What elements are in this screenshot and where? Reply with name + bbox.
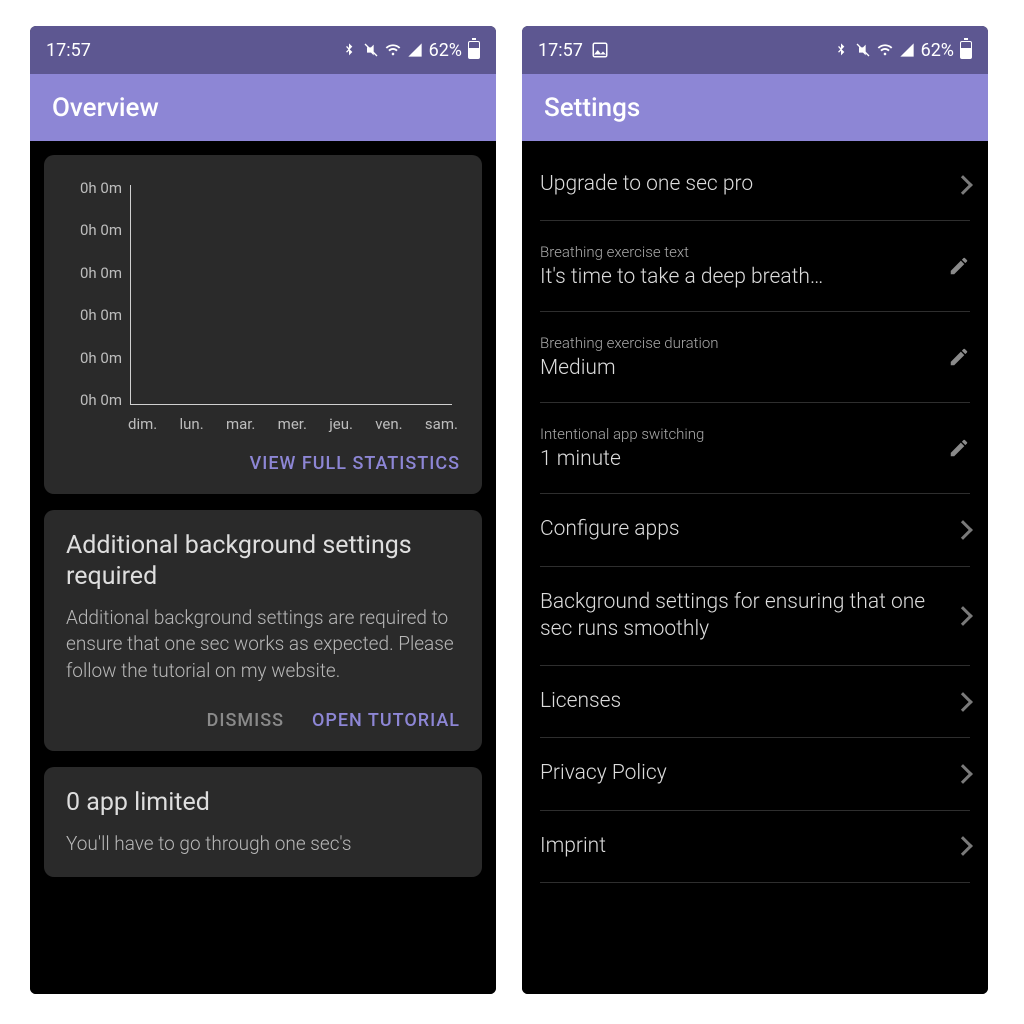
edit-icon [948, 255, 970, 277]
view-full-statistics-button[interactable]: VIEW FULL STATISTICS [250, 453, 460, 474]
setting-intentional-switching[interactable]: Intentional app switching 1 minute [540, 403, 970, 494]
wifi-icon [877, 42, 893, 58]
setting-label: Background settings for ensuring that on… [540, 589, 946, 644]
chevron-right-icon [953, 692, 973, 712]
status-time: 17:57 [46, 40, 91, 61]
page-title: Settings [544, 93, 640, 123]
background-settings-card: Additional background settings required … [44, 510, 482, 751]
chart-x-axis: dim. lun. mar. mer. jeu. ven. sam. [128, 415, 458, 433]
chevron-right-icon [953, 520, 973, 540]
battery-percent: 62% [921, 40, 954, 61]
bluetooth-icon [341, 42, 357, 58]
mute-icon [363, 42, 379, 58]
setting-imprint[interactable]: Imprint [540, 811, 970, 883]
setting-value: It's time to take a deep breath… [540, 265, 938, 289]
card-title: 0 app limited [66, 787, 460, 818]
setting-privacy-policy[interactable]: Privacy Policy [540, 738, 970, 810]
bluetooth-icon [833, 42, 849, 58]
page-title: Overview [52, 93, 159, 123]
chevron-right-icon [953, 764, 973, 784]
signal-icon [899, 42, 915, 58]
card-title: Additional background settings required [66, 530, 460, 593]
setting-caption: Intentional app switching [540, 425, 938, 443]
setting-configure-apps[interactable]: Configure apps [540, 494, 970, 566]
chevron-right-icon [953, 606, 973, 626]
setting-label: Privacy Policy [540, 760, 946, 787]
app-header: Settings [522, 74, 988, 141]
status-icons: 62% [833, 40, 972, 61]
setting-breathing-text[interactable]: Breathing exercise text It's time to tak… [540, 221, 970, 312]
picture-icon [591, 41, 609, 59]
setting-label: Configure apps [540, 516, 946, 543]
usage-chart: 0h 0m 0h 0m 0h 0m 0h 0m 0h 0m 0h 0m dim.… [66, 175, 460, 427]
setting-upgrade[interactable]: Upgrade to one sec pro [540, 141, 970, 221]
wifi-icon [385, 42, 401, 58]
setting-licenses[interactable]: Licenses [540, 666, 970, 738]
settings-screen: 17:57 62% Settings Upgrade to one sec pr… [522, 26, 988, 994]
dismiss-button[interactable]: DISMISS [207, 710, 284, 731]
chart-y-axis: 0h 0m 0h 0m 0h 0m 0h 0m 0h 0m 0h 0m [66, 179, 122, 409]
app-header: Overview [30, 74, 496, 141]
mute-icon [855, 42, 871, 58]
battery-icon [468, 41, 480, 59]
card-body: You'll have to go through one sec's [66, 831, 460, 858]
battery-percent: 62% [429, 40, 462, 61]
battery-icon [960, 41, 972, 59]
setting-background-settings[interactable]: Background settings for ensuring that on… [540, 567, 970, 667]
stats-card: 0h 0m 0h 0m 0h 0m 0h 0m 0h 0m 0h 0m dim.… [44, 155, 482, 494]
setting-label: Licenses [540, 688, 946, 715]
open-tutorial-button[interactable]: OPEN TUTORIAL [312, 710, 460, 731]
setting-label: Imprint [540, 833, 946, 860]
setting-value: 1 minute [540, 447, 938, 471]
chart-plot-area [130, 185, 452, 405]
limited-apps-card: 0 app limited You'll have to go through … [44, 767, 482, 877]
setting-breathing-duration[interactable]: Breathing exercise duration Medium [540, 312, 970, 403]
status-bar: 17:57 62% [30, 26, 496, 74]
edit-icon [948, 346, 970, 368]
chevron-right-icon [953, 175, 973, 195]
status-time: 17:57 [538, 40, 583, 61]
setting-caption: Breathing exercise text [540, 243, 938, 261]
status-bar: 17:57 62% [522, 26, 988, 74]
edit-icon [948, 437, 970, 459]
chevron-right-icon [953, 837, 973, 857]
setting-caption: Breathing exercise duration [540, 334, 938, 352]
setting-label: Upgrade to one sec pro [540, 171, 946, 198]
status-icons: 62% [341, 40, 480, 61]
card-body: Additional background settings are requi… [66, 605, 460, 685]
setting-value: Medium [540, 356, 938, 380]
signal-icon [407, 42, 423, 58]
overview-screen: 17:57 62% Overview 0h 0m 0h 0m 0h 0m 0h … [30, 26, 496, 994]
